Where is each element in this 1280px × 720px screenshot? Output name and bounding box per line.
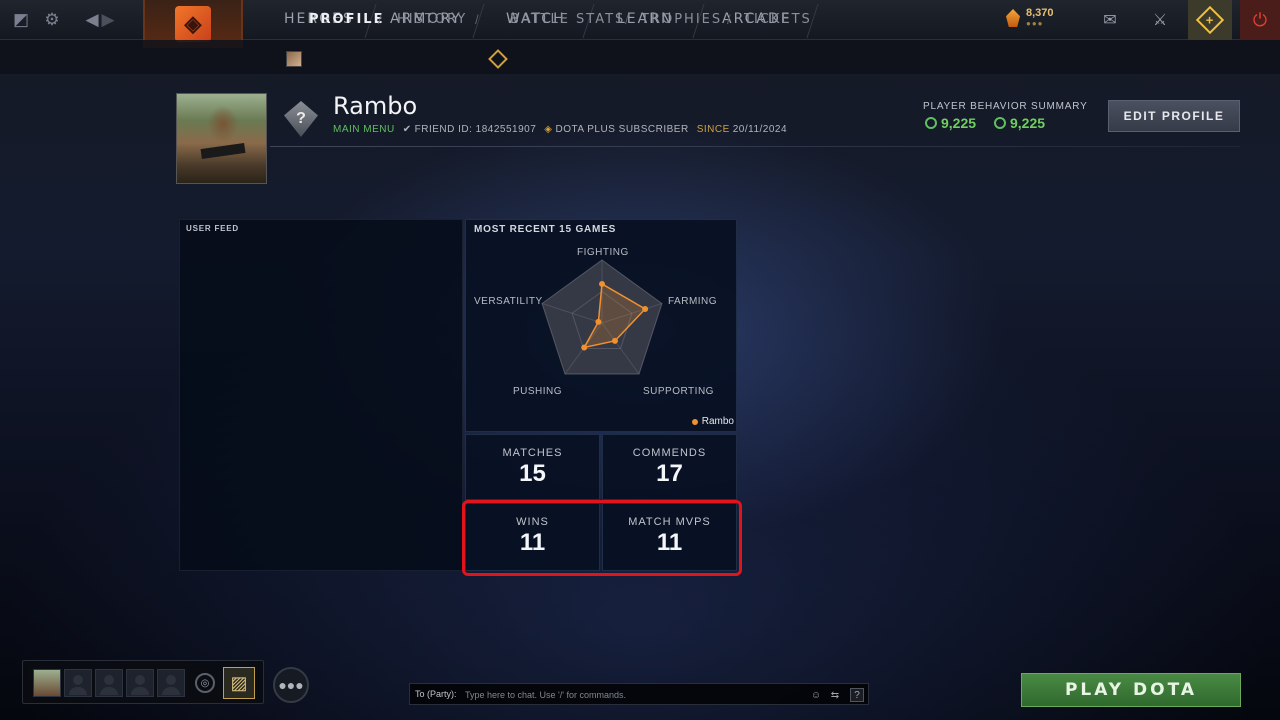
tab-battle-stats[interactable]: BATTLE STATS: [510, 12, 625, 27]
player-status: MAIN MENU: [333, 124, 395, 135]
unknown-rank-medal-icon[interactable]: ?: [284, 101, 318, 137]
subnav-separator: /: [625, 12, 629, 27]
radar-point-versatility: [595, 318, 602, 325]
behavior-score-value: 9,225: [941, 115, 977, 131]
since-date: 20/11/2024: [732, 124, 788, 135]
ranked-tier-icon[interactable]: ▨: [223, 667, 255, 699]
behavior-score[interactable]: 9,225: [925, 115, 976, 131]
top-navigation-bar: ◩ ⚙ ◀ ▶ ◈ HEROES ARMORY WATCH LEARN ARCA…: [0, 0, 1280, 48]
friend-id-icon: ✔: [402, 124, 412, 135]
red-annotation-highlight: [462, 500, 742, 576]
dota-plus-icon: +: [1195, 5, 1225, 35]
dota-plus-button[interactable]: +: [1188, 0, 1232, 40]
dota-plus-small-icon: ◈: [544, 124, 553, 135]
party-slot-self-avatar[interactable]: [33, 669, 61, 697]
user-feed-title: USER FEED: [186, 224, 239, 233]
voice-chat-icon[interactable]: ◎: [195, 673, 215, 693]
radar-axis-versatility: VERSATILITY: [474, 296, 543, 307]
communication-score[interactable]: 9,225: [994, 115, 1045, 131]
player-name: Rambo: [333, 92, 418, 120]
shard-gem-icon: [1006, 9, 1020, 27]
communication-score-value: 9,225: [1010, 115, 1046, 131]
matches-value: 15: [519, 460, 546, 487]
communication-smiley-icon: [994, 117, 1006, 129]
currency-dots: ●●●: [1026, 19, 1044, 28]
radar-axis-farming: FARMING: [668, 296, 718, 307]
radar-axis-supporting: SUPPORTING: [643, 386, 714, 397]
chat-wheel-icon[interactable]: ⇆: [828, 688, 842, 702]
play-dota-button[interactable]: PLAY DOTA: [1021, 673, 1241, 707]
currency-amount: 8,370: [1026, 7, 1054, 19]
radar-axis-pushing: PUSHING: [513, 386, 563, 397]
settings-gear-icon[interactable]: ⚙: [42, 10, 62, 30]
commends-stat: COMMENDS 17: [602, 434, 737, 500]
friend-id: FRIEND ID: 1842551907: [414, 124, 537, 135]
radar-point-farming: [642, 305, 649, 312]
chat-channel-prefix[interactable]: To (Party):: [415, 689, 457, 699]
subnav-separator: /: [378, 12, 382, 27]
since-label: SINCE: [696, 124, 730, 135]
dota-home-logo-icon: ◈: [175, 6, 211, 42]
profile-avatar[interactable]: [176, 93, 267, 184]
chat-input[interactable]: [465, 687, 805, 703]
subnav-separator: /: [727, 12, 731, 27]
profile-meta-row: MAIN MENU ✔ FRIEND ID: 1842551907 ◈ DOTA…: [333, 124, 787, 135]
matches-stat: MATCHES 15: [465, 434, 600, 500]
armory-icon[interactable]: ⚔: [1144, 0, 1176, 40]
profile-tab-avatar-icon: [286, 51, 302, 67]
chat-help-icon[interactable]: ?: [850, 688, 864, 702]
radar-axis-fighting: FIGHTING: [577, 247, 629, 258]
emoji-icon[interactable]: ☺: [809, 688, 823, 702]
matches-label: MATCHES: [502, 447, 563, 459]
header-divider: [270, 146, 1240, 147]
avatar-image-detail: [200, 142, 246, 160]
tab-tickets[interactable]: TICKETS: [744, 12, 812, 27]
dota-logo-icon[interactable]: ◩: [11, 10, 31, 30]
radar-point-fighting: [599, 280, 605, 287]
behavior-smiley-icon: [925, 117, 937, 129]
commends-label: COMMENDS: [632, 447, 707, 459]
legend-player-name: Rambo: [701, 416, 734, 427]
tab-profile[interactable]: PROFILE: [309, 12, 384, 27]
shards-currency[interactable]: 8,370 ●●●: [1006, 8, 1054, 28]
dota-plus-status: DOTA PLUS SUBSCRIBER: [555, 124, 689, 135]
edit-profile-button[interactable]: EDIT PROFILE: [1108, 100, 1240, 132]
friends-list-icon[interactable]: ●●●: [273, 667, 309, 703]
power-icon[interactable]: ⏻: [1240, 0, 1280, 40]
party-slot-empty[interactable]: [95, 669, 123, 697]
legend-color-dot: [691, 418, 698, 425]
radar-point-pushing: [581, 344, 588, 351]
radar-legend: Rambo: [691, 416, 734, 427]
party-bar: ◎ ▨: [22, 660, 264, 704]
behavior-summary-label: PLAYER BEHAVIOR SUMMARY: [923, 101, 1088, 112]
commends-value: 17: [656, 460, 683, 487]
tab-trophies[interactable]: TROPHIES: [641, 12, 722, 27]
profile-subnav: [0, 40, 1280, 74]
chat-bar: To (Party): ☺ ⇆ ?: [409, 683, 869, 705]
party-slot-empty[interactable]: [157, 669, 185, 697]
forward-arrow-icon[interactable]: ▶: [98, 10, 118, 30]
subnav-separator: /: [475, 12, 479, 27]
party-slot-empty[interactable]: [64, 669, 92, 697]
tab-history[interactable]: HISTORY: [397, 12, 467, 27]
user-feed-panel: USER FEED: [179, 219, 463, 571]
mail-icon[interactable]: ✉: [1094, 0, 1126, 40]
radar-point-supporting: [611, 337, 618, 344]
recent-games-radar-panel: MOST RECENT 15 GAMES FIGHTING FARMING SU…: [465, 219, 737, 432]
party-slot-empty[interactable]: [126, 669, 154, 697]
